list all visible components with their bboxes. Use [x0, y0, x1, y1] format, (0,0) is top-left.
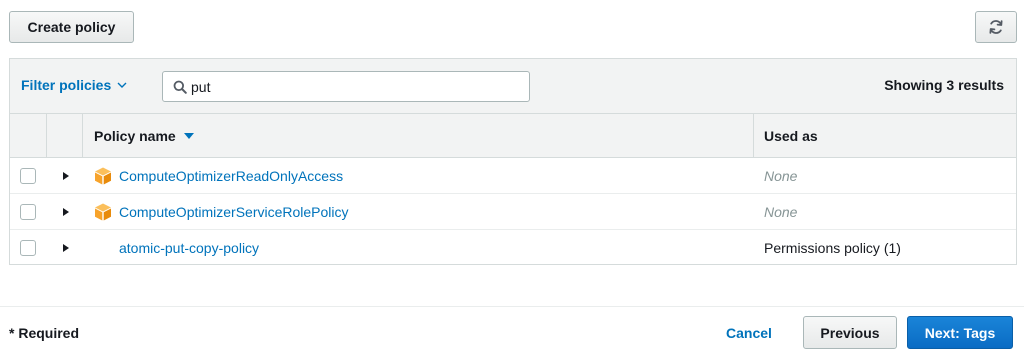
refresh-icon [989, 20, 1003, 34]
row-checkbox[interactable] [20, 240, 36, 256]
expand-caret-icon[interactable] [61, 242, 71, 254]
column-divider [46, 114, 47, 158]
results-count: Showing 3 results [884, 77, 1004, 93]
table-row: ComputeOptimizerReadOnlyAccess None [10, 158, 1016, 194]
search-icon [173, 80, 187, 94]
row-checkbox[interactable] [20, 168, 36, 184]
search-box [162, 71, 530, 102]
expand-caret-icon[interactable] [61, 206, 71, 218]
column-divider [753, 114, 754, 158]
search-input[interactable] [191, 76, 521, 98]
sort-descending-icon [183, 133, 194, 139]
table-row: atomic-put-copy-policy Permissions polic… [10, 230, 1016, 266]
policies-table: Filter policies Showing 3 results Policy… [9, 58, 1017, 265]
filter-policies-label: Filter policies [21, 77, 112, 93]
table-row: ComputeOptimizerServiceRolePolicy None [10, 194, 1016, 230]
expand-caret-icon[interactable] [61, 170, 71, 182]
filter-policies-dropdown[interactable]: Filter policies [21, 77, 127, 93]
refresh-button[interactable] [975, 11, 1017, 43]
filter-bar: Filter policies Showing 3 results [10, 59, 1016, 114]
next-tags-button[interactable]: Next: Tags [907, 316, 1013, 349]
column-header-used-as: Used as [764, 128, 818, 144]
required-note: * Required [9, 325, 80, 341]
column-divider [82, 114, 83, 158]
table-header: Policy name Used as [10, 114, 1016, 158]
policy-name-link[interactable]: atomic-put-copy-policy [119, 240, 259, 256]
chevron-down-icon [117, 82, 127, 88]
create-policy-button[interactable]: Create policy [9, 11, 134, 43]
used-as-value: Permissions policy (1) [764, 240, 901, 256]
policy-name-link[interactable]: ComputeOptimizerServiceRolePolicy [119, 204, 349, 220]
policy-name-link[interactable]: ComputeOptimizerReadOnlyAccess [119, 168, 343, 184]
previous-button[interactable]: Previous [803, 316, 897, 349]
footer-divider [0, 306, 1024, 307]
column-header-policy-name[interactable]: Policy name [94, 128, 194, 144]
aws-managed-policy-icon [95, 167, 111, 185]
used-as-value: None [764, 168, 798, 184]
row-checkbox[interactable] [20, 204, 36, 220]
used-as-value: None [764, 204, 798, 220]
column-header-policy-name-label: Policy name [94, 128, 176, 144]
cancel-link[interactable]: Cancel [726, 325, 772, 341]
aws-managed-policy-icon [95, 203, 111, 221]
